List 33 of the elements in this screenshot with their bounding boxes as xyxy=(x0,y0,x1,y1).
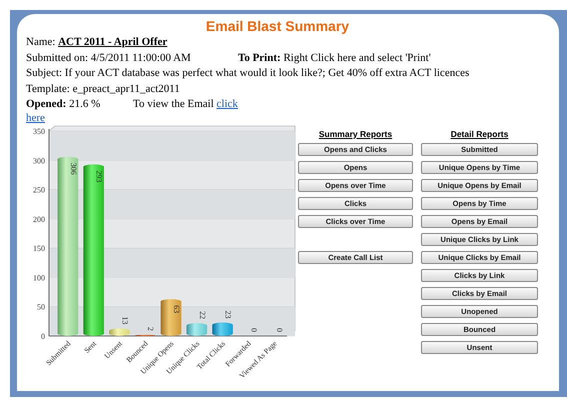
view-email-text: To view the Email xyxy=(133,97,214,112)
y-tick-label: 0 xyxy=(41,332,45,340)
bar xyxy=(160,298,182,336)
opened-label: Opened: xyxy=(26,98,66,110)
y-tick-label: 350 xyxy=(33,126,45,136)
view-email-link[interactable]: here xyxy=(26,112,45,124)
y-tick-label: 100 xyxy=(33,272,45,282)
y-tick-label: 50 xyxy=(37,302,45,312)
value-label: 63 xyxy=(172,304,181,313)
column-heading: Detail Reports xyxy=(450,130,510,138)
value-label: 0 xyxy=(249,328,258,332)
opened-value: 21.6 % xyxy=(69,98,100,110)
print-label: To Print: xyxy=(238,50,281,66)
template-text: Template: e_preact_apr11_act2011 xyxy=(26,82,181,96)
value-label: 0 xyxy=(275,328,284,332)
value-label: 2 xyxy=(146,326,156,330)
value-label: 293 xyxy=(94,170,104,182)
value-label: 306 xyxy=(68,162,78,174)
page-title: Email Blast Summary xyxy=(204,18,350,35)
value-label: 22 xyxy=(198,310,207,319)
column-heading: Summary Reports xyxy=(318,130,394,138)
name-label: Name: xyxy=(26,36,56,48)
y-tick-label: 250 xyxy=(33,185,45,194)
y-tick-label: 300 xyxy=(33,156,45,165)
value-label: 23 xyxy=(224,310,233,318)
y-tick-label: 150 xyxy=(33,244,45,253)
subject-text: Subject: If your ACT database was perfect what would it look like?; Get 40% off extra ACT licences xyxy=(26,66,470,81)
blast-name: ACT 2011 - April Offer xyxy=(58,36,168,48)
print-hint: Right Click here and select 'Print' xyxy=(283,50,431,66)
view-email-link[interactable]: click xyxy=(216,97,238,112)
y-tick-label: 200 xyxy=(33,214,45,224)
value-label: 13 xyxy=(120,316,130,324)
submitted-date: Submitted on: 4/5/2011 11:00:00 AM xyxy=(26,50,192,66)
